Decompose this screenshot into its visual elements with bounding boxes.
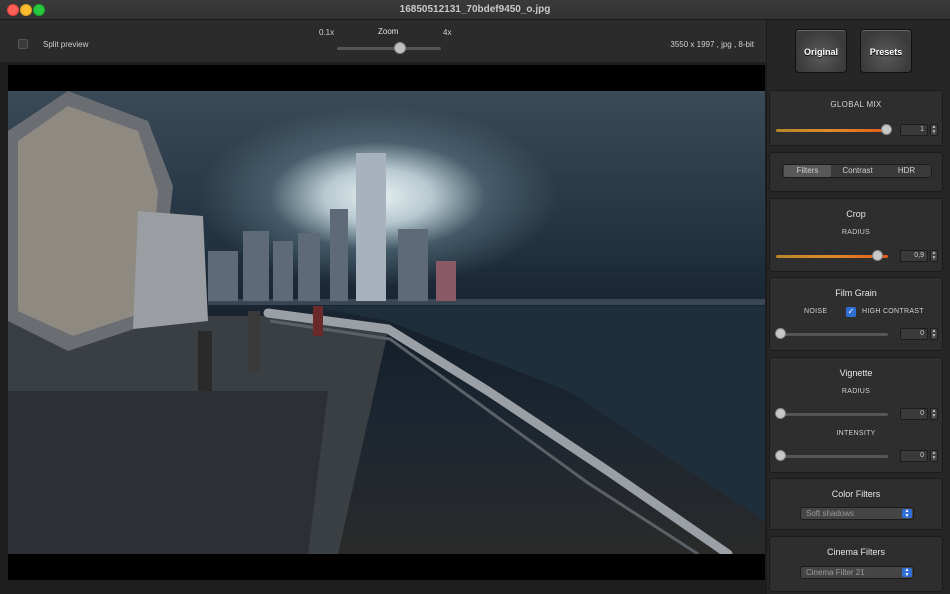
zoom-min-label: 0.1x: [319, 28, 335, 37]
crop-radius-slider-knob[interactable]: [872, 250, 883, 261]
window-title: 16850512131_70bdef9450_o.jpg: [399, 4, 551, 15]
crop-radius-label: RADIUS: [841, 229, 871, 236]
popup-arrows-icon: ▲ ▼: [902, 509, 912, 518]
mode-tabs-section: Filters Contrast HDR: [769, 152, 943, 192]
toolbar: Split preview 0.1x Zoom 4x 3550 x 1997 ,…: [0, 20, 766, 62]
vignette-section: Vignette RADIUS 0 ▲ ▼ INTENSITY 0 ▲ ▼: [769, 357, 943, 473]
original-button-label: Original: [803, 47, 838, 57]
film-grain-value[interactable]: 0: [900, 328, 928, 340]
vignette-intensity-value[interactable]: 0: [900, 450, 928, 462]
presets-button[interactable]: Presets: [860, 29, 912, 73]
mode-segmented-control: Filters Contrast HDR: [782, 164, 932, 178]
zoom-max-label: 4x: [443, 28, 452, 37]
color-filters-selected: Soft shadows: [806, 509, 855, 518]
global-mix-section: GLOBAL MIX 1 ▲ ▼: [769, 90, 943, 146]
crop-radius-value[interactable]: 0,9: [900, 250, 928, 262]
title-bar: 16850512131_70bdef9450_o.jpg: [0, 0, 950, 20]
presets-button-label: Presets: [869, 47, 903, 57]
crop-title: Crop: [846, 209, 866, 219]
vignette-intensity-slider-track[interactable]: [776, 455, 888, 458]
crop-radius-stepper[interactable]: ▲ ▼: [930, 250, 938, 262]
film-grain-section: Film Grain NOISE ✓ HIGH CONTRAST 0 ▲ ▼: [769, 277, 943, 351]
image-info: 3550 x 1997 , jpg , 8-bit: [670, 40, 754, 49]
vignette-intensity-slider-knob[interactable]: [775, 450, 786, 461]
cinema-filters-selected: Cinema Filter 21: [806, 568, 865, 577]
vignette-radius-value[interactable]: 0: [900, 408, 928, 420]
crop-section: Crop RADIUS 0,9 ▲ ▼: [769, 198, 943, 272]
cinema-filters-popup[interactable]: Cinema Filter 21 ▲ ▼: [800, 566, 914, 579]
zoom-slider-knob[interactable]: [394, 42, 406, 54]
original-button[interactable]: Original: [795, 29, 847, 73]
zoom-slider-track[interactable]: [337, 47, 441, 50]
cinema-filters-title: Cinema Filters: [826, 547, 885, 557]
global-mix-stepper[interactable]: ▲ ▼: [930, 124, 938, 136]
adjustments-panel: Original Presets GLOBAL MIX 1 ▲ ▼ Filters…: [766, 20, 950, 594]
split-preview-checkbox[interactable]: [18, 39, 28, 49]
color-filters-section: Color Filters Soft shadows ▲ ▼: [769, 478, 943, 530]
tab-hdr[interactable]: HDR: [883, 165, 930, 177]
vignette-radius-slider-knob[interactable]: [775, 408, 786, 419]
split-preview-label: Split preview: [43, 40, 89, 49]
popup-arrows-icon: ▲ ▼: [902, 568, 912, 577]
color-filters-title: Color Filters: [831, 489, 881, 499]
global-mix-slider-knob[interactable]: [881, 124, 892, 135]
global-mix-label: GLOBAL MIX: [830, 100, 882, 109]
film-grain-stepper[interactable]: ▲ ▼: [930, 328, 938, 340]
film-grain-title: Film Grain: [835, 288, 877, 298]
zoom-label: Zoom: [378, 27, 399, 36]
vignette-title: Vignette: [839, 368, 873, 378]
tab-filters[interactable]: Filters: [784, 165, 831, 177]
high-contrast-label: HIGH CONTRAST: [862, 308, 924, 315]
vignette-intensity-stepper[interactable]: ▲ ▼: [930, 450, 938, 462]
vignette-radius-slider-track[interactable]: [776, 413, 888, 416]
color-filters-popup[interactable]: Soft shadows ▲ ▼: [800, 507, 914, 520]
film-grain-slider-track[interactable]: [776, 333, 888, 336]
high-contrast-checkbox[interactable]: ✓: [846, 307, 856, 317]
vignette-radius-stepper[interactable]: ▲ ▼: [930, 408, 938, 420]
vignette-radius-label: RADIUS: [841, 388, 871, 395]
film-grain-slider-knob[interactable]: [775, 328, 786, 339]
tab-contrast[interactable]: Contrast: [834, 165, 881, 177]
cinema-filters-section: Cinema Filters Cinema Filter 21 ▲ ▼: [769, 536, 943, 592]
preview-photo: [8, 91, 765, 554]
global-mix-slider-track[interactable]: [776, 129, 888, 132]
noise-label: NOISE: [804, 308, 828, 315]
vignette-intensity-label: INTENSITY: [836, 430, 876, 437]
image-preview[interactable]: [8, 65, 765, 580]
global-mix-value[interactable]: 1: [900, 124, 928, 136]
